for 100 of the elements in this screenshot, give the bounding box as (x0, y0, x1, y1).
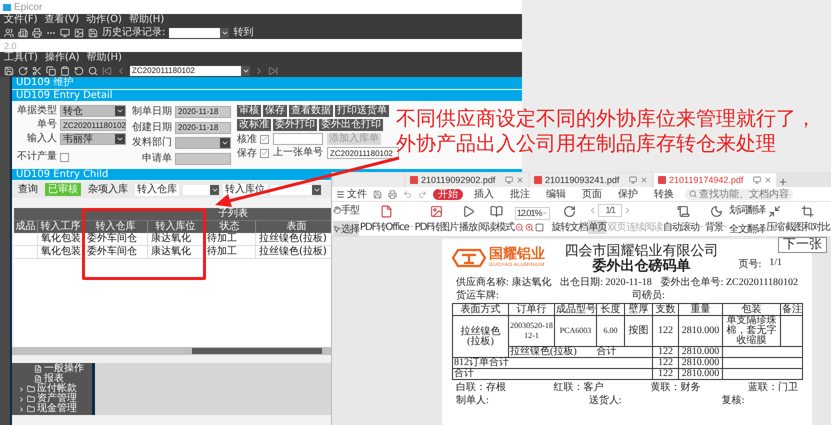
monitor-icon[interactable] (629, 176, 637, 184)
action-button[interactable]: 委外打印 (273, 119, 317, 131)
action-button[interactable]: 打印送货单 (335, 105, 389, 117)
page-field[interactable]: 1/1 (598, 204, 622, 217)
toolbar-button[interactable]: 杂项入库 (85, 183, 131, 196)
ribbon-tab[interactable]: 批注 (505, 188, 535, 200)
new-tab-icon[interactable] (778, 177, 788, 187)
building-icon[interactable] (18, 28, 28, 38)
ribbon-tab[interactable]: 开始 (433, 188, 463, 200)
action-button[interactable]: 委外出仓打印 (319, 119, 383, 131)
tree-item[interactable]: 一般操作 (12, 364, 92, 374)
action-button[interactable]: 改标准 (237, 119, 271, 131)
text-field[interactable]: ZC202011180102 (60, 119, 126, 131)
zoom-field[interactable]: 12.01% (514, 206, 550, 220)
tool-button[interactable]: 划词翻译 (729, 202, 766, 218)
text-field[interactable] (175, 153, 231, 166)
tool-button[interactable]: 旋转文档 (551, 204, 588, 234)
action-button[interactable]: 审核 (237, 105, 261, 117)
monitor-icon[interactable] (753, 176, 761, 184)
tree-item[interactable]: 应付帐款 (12, 384, 92, 394)
ribbon-tab[interactable]: 转换 (649, 188, 679, 200)
tool-button[interactable]: 全文翻译 (729, 220, 766, 236)
close-icon[interactable] (764, 176, 772, 184)
dropdown-field[interactable] (175, 137, 231, 150)
tool-button[interactable]: PDF转Office (360, 204, 414, 234)
column-header[interactable]: 转入库位 (148, 220, 204, 233)
document-tab[interactable]: 210119174942.pdf (654, 173, 776, 187)
history-dropdown[interactable] (169, 28, 230, 38)
document-tab[interactable]: 210119093241.pdf (530, 173, 652, 187)
text-field[interactable] (273, 133, 323, 145)
menu-item[interactable]: 帮助(H) (86, 53, 122, 63)
cut-icon[interactable] (32, 66, 42, 76)
menu-item[interactable]: 帮助(H) (128, 15, 164, 25)
monitor-icon[interactable] (60, 28, 70, 38)
column-header[interactable]: 转入工序 (38, 220, 84, 233)
scrollbar-thumb[interactable] (192, 348, 322, 354)
zoom-in-icon[interactable] (524, 222, 534, 232)
menu-item[interactable]: 文件(F) (4, 15, 38, 25)
undo-icon[interactable] (74, 66, 84, 76)
checkbox[interactable] (60, 153, 69, 162)
zoom-out-icon[interactable] (514, 222, 524, 232)
view-button[interactable]: 单页 (588, 220, 606, 234)
refresh-icon[interactable] (18, 66, 28, 76)
first-record-icon[interactable] (102, 66, 112, 76)
monitor-icon[interactable] (505, 176, 513, 184)
people-icon[interactable] (4, 28, 14, 38)
tree-item[interactable]: 现金管理 (12, 404, 92, 414)
action-button[interactable]: 查看数据 (289, 105, 333, 117)
column-header[interactable]: 状态 (204, 220, 256, 233)
menu-item[interactable]: 操作(A) (44, 53, 80, 63)
checkbox[interactable] (260, 134, 269, 144)
checkbox[interactable] (260, 148, 269, 158)
ribbon-tab[interactable]: 保护 (613, 188, 643, 200)
signature-label: 制单人: (456, 395, 489, 406)
save-icon[interactable] (373, 190, 382, 198)
picture-icon[interactable] (74, 28, 84, 38)
menu-item[interactable]: 动作(O) (86, 15, 122, 25)
menu-item[interactable]: 工具(T) (4, 53, 38, 63)
ribbon-tab[interactable]: 插入 (469, 188, 499, 200)
text-field[interactable]: 2020-11-18 (175, 106, 231, 118)
file-menu[interactable]: 文件 (336, 187, 367, 201)
printer-icon[interactable] (388, 190, 397, 198)
last-record-icon[interactable] (268, 66, 278, 76)
menu-item[interactable]: 查看(V) (44, 15, 80, 25)
tree-item[interactable]: 资产管理 (12, 394, 92, 404)
tool-button[interactable]: 压缩 (766, 204, 784, 234)
tree-item[interactable]: 报表 (12, 374, 92, 384)
page-label: 页号: (738, 258, 762, 271)
tool-button[interactable]: 选择 (333, 220, 359, 236)
next-page-button[interactable]: 下一张 (778, 237, 827, 253)
column-header[interactable]: 转入仓库 (84, 220, 148, 233)
close-icon[interactable] (516, 176, 524, 184)
close-icon[interactable] (640, 176, 648, 184)
tool-button[interactable]: 播放 (459, 204, 478, 234)
redo-icon[interactable] (418, 190, 427, 198)
empty-cell (14, 246, 38, 259)
fit-page-icon[interactable] (534, 222, 544, 232)
dropdown-field[interactable]: 韦丽萍 (60, 133, 126, 145)
column-header[interactable]: 成品 (14, 220, 38, 233)
copy-icon[interactable] (46, 66, 56, 76)
document-tab[interactable]: 210119092902.pdf (406, 173, 528, 187)
search-icon[interactable] (88, 66, 98, 76)
record-field[interactable]: ZC202011180102 (130, 66, 250, 76)
document-icon (34, 375, 42, 383)
ribbon-tab[interactable]: 页面 (577, 188, 607, 200)
goto-button[interactable]: 转到 (233, 28, 254, 38)
tool-button[interactable]: 截图和对比 (784, 204, 830, 234)
action-button[interactable]: 保存 (263, 105, 287, 117)
search-field[interactable]: 查找功能、文档内容 (685, 188, 793, 200)
paste-icon[interactable] (60, 66, 70, 76)
ribbon-tab[interactable]: 编辑 (541, 188, 571, 200)
filter-dropdown[interactable] (183, 184, 219, 194)
tool-button[interactable]: 自动滚动 (663, 204, 704, 234)
printer-icon[interactable] (32, 28, 42, 38)
tool-button[interactable]: 背景 (705, 204, 728, 234)
tool-button[interactable]: PDF转图片 (414, 204, 458, 234)
tool-button[interactable]: 阅读模式 (478, 204, 514, 234)
dropdown-field[interactable]: 转仓 (60, 105, 126, 117)
toolbar-button[interactable]: 查询 (15, 183, 41, 196)
text-field[interactable]: 2020-11-18 (175, 122, 231, 134)
